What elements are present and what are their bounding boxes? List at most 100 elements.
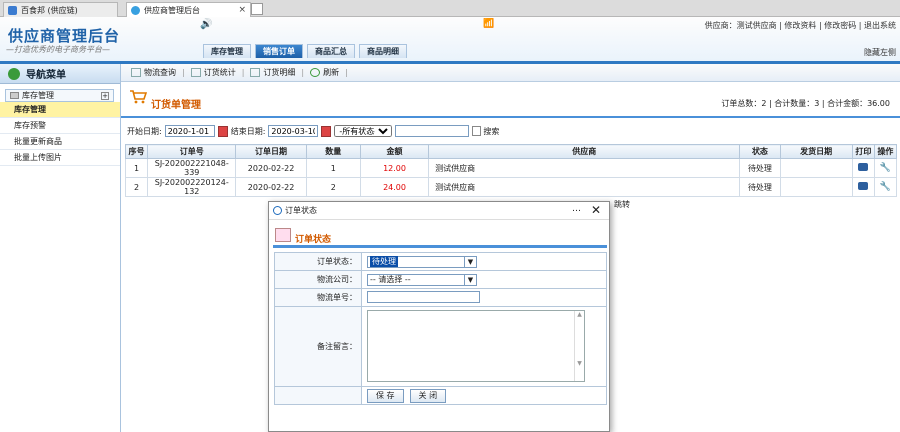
tab-close-icon[interactable]: × bbox=[238, 5, 246, 15]
browser-tab[interactable]: 百食邦 (供应链) bbox=[3, 2, 118, 17]
sidebar-group-inventory[interactable]: 库存管理 + bbox=[5, 89, 114, 102]
nav-menu-icon bbox=[8, 67, 20, 80]
search-label: 搜索 bbox=[483, 126, 500, 136]
search-button[interactable]: 搜索 bbox=[472, 126, 499, 137]
new-tab-button[interactable] bbox=[251, 3, 263, 15]
edit-icon[interactable]: 🔧 bbox=[880, 163, 891, 173]
empty-label bbox=[274, 386, 362, 405]
toolbar-label: 订货明细 bbox=[263, 68, 296, 77]
cell: 24.00 bbox=[359, 177, 430, 197]
ie-icon bbox=[273, 206, 282, 215]
top-links[interactable]: 供应商：测试供应商 | 修改资料 | 修改密码 | 退出系统 bbox=[705, 20, 896, 31]
col-header: 订单号 bbox=[147, 144, 237, 159]
calendar-icon[interactable] bbox=[217, 125, 228, 137]
save-button[interactable]: 保 存 bbox=[367, 388, 404, 403]
status-form: 订单状态： 待处理 ▼ 物流公司： -- 请选择 -- ▼ 物流单号： 备注留言： … bbox=[274, 252, 607, 405]
order-detail-button[interactable]: 订货明细 bbox=[250, 67, 295, 78]
chevron-down-icon: ▼ bbox=[464, 256, 476, 267]
col-header: 金额 bbox=[359, 144, 430, 159]
start-date-input[interactable] bbox=[164, 125, 215, 137]
status-label: 订单状态： bbox=[274, 252, 362, 271]
nav-tab-inventory[interactable]: 库存管理 bbox=[203, 44, 251, 58]
action-cell: 🔧 bbox=[873, 177, 898, 197]
nav-tab-product-summary[interactable]: 商品汇总 bbox=[307, 44, 355, 58]
print-icon[interactable] bbox=[858, 163, 869, 171]
toolbar-label: 订货统计 bbox=[203, 68, 236, 77]
dialog-title: 订单状态 bbox=[285, 206, 317, 215]
filter-bar: 开始日期: 结束日期: -所有状态- 搜索 bbox=[121, 120, 900, 142]
logistics-label: 物流公司： bbox=[274, 270, 362, 289]
scrollbar[interactable]: ▲ ▼ bbox=[574, 310, 584, 381]
tab-label: 供应商管理后台 bbox=[144, 5, 200, 15]
print-cell bbox=[851, 177, 875, 197]
cell: 1 bbox=[305, 158, 361, 178]
order-stats-button[interactable]: 订货统计 bbox=[190, 67, 236, 78]
cell: SJ-202002220124-132 bbox=[147, 177, 237, 197]
cell: 测试供应商 bbox=[428, 158, 741, 178]
order-status-dialog: 订单状态 … ✕ 订单状态 订单状态： 待处理 ▼ 物流公司： -- 请选择 --… bbox=[268, 201, 610, 432]
cell: SJ-202002221048-339 bbox=[147, 158, 237, 178]
table-header-row: 序号 订单号 订单日期 数量 金额 供应商 状态 发货日期 打印 操作 bbox=[124, 144, 898, 159]
browser-tab-active[interactable]: 供应商管理后台 × bbox=[126, 2, 251, 17]
tracking-number-input[interactable] bbox=[367, 290, 480, 303]
col-header: 操作 bbox=[873, 144, 898, 159]
ie-favicon-icon bbox=[131, 5, 140, 15]
app-title: 供应商管理后台 bbox=[8, 27, 121, 45]
tracking-label: 物流单号： bbox=[274, 288, 362, 307]
close-icon[interactable]: ✕ bbox=[591, 203, 601, 217]
cell: 1 bbox=[124, 158, 149, 178]
cell bbox=[779, 158, 853, 178]
minimize-icon[interactable]: … bbox=[572, 204, 581, 214]
chart-icon bbox=[190, 68, 201, 77]
table-row[interactable]: 1 SJ-202002221048-339 2020-02-22 1 12.00… bbox=[124, 158, 898, 178]
sidebar-title: 导航菜单 bbox=[0, 64, 120, 84]
logistics-query-button[interactable]: 物流查询 bbox=[131, 67, 176, 78]
favicon-icon bbox=[8, 5, 17, 15]
col-header: 供应商 bbox=[428, 144, 741, 159]
print-icon[interactable] bbox=[858, 182, 869, 190]
page-title: 订货单管理 bbox=[151, 100, 201, 111]
nav-tab-product-detail[interactable]: 商品明细 bbox=[359, 44, 407, 58]
sidebar-item-batch-update[interactable]: 批量更新商品 bbox=[0, 134, 120, 150]
close-button[interactable]: 关 闭 bbox=[409, 388, 447, 403]
table-row[interactable]: 2 SJ-202002220124-132 2020-02-22 2 24.00… bbox=[124, 177, 898, 197]
logistics-company-select[interactable]: -- 请选择 -- ▼ bbox=[367, 273, 477, 286]
edit-form-icon bbox=[275, 228, 291, 242]
cell: 测试供应商 bbox=[428, 177, 741, 197]
col-header: 打印 bbox=[851, 144, 875, 159]
cell: 2020-02-22 bbox=[235, 177, 307, 197]
cell: 12.00 bbox=[359, 158, 430, 178]
sidebar-item-stock-alert[interactable]: 库存预警 bbox=[0, 118, 120, 134]
tab-label: 百食邦 (供应链) bbox=[21, 5, 78, 15]
dialog-titlebar: 订单状态 bbox=[269, 202, 609, 220]
dialog-header: 订单状态 bbox=[273, 224, 607, 248]
sidebar-title-label: 导航菜单 bbox=[26, 70, 66, 81]
edit-icon[interactable]: 🔧 bbox=[880, 182, 891, 192]
pager-jump[interactable]: 跳转 bbox=[614, 199, 630, 210]
folder-icon bbox=[10, 92, 19, 99]
page-header: 订货单管理 订单总数：2 | 合计数量：3 | 合计金额：36.00 bbox=[121, 82, 900, 118]
cell: 待处理 bbox=[739, 177, 781, 197]
cart-icon bbox=[130, 90, 147, 104]
sidebar-item-batch-upload[interactable]: 批量上传图片 bbox=[0, 150, 120, 166]
hide-left-link[interactable]: 隐藏左侧 bbox=[864, 47, 896, 58]
cell: 2 bbox=[305, 177, 361, 197]
end-date-label: 结束日期: bbox=[230, 126, 266, 136]
status-select[interactable]: -所有状态- bbox=[334, 125, 393, 137]
main-nav: 库存管理 销售订单 商品汇总 商品明细 bbox=[203, 44, 407, 58]
sidebar-item-inventory[interactable]: 库存管理 bbox=[0, 102, 120, 118]
toolbar-label: 刷新 bbox=[323, 68, 340, 77]
expand-icon[interactable]: + bbox=[101, 91, 109, 100]
note-label: 备注留言： bbox=[274, 306, 362, 387]
refresh-button[interactable]: 刷新 bbox=[310, 67, 339, 78]
search-icon bbox=[472, 126, 482, 136]
nav-tab-sales-orders[interactable]: 销售订单 bbox=[255, 44, 303, 58]
toolbar: 物流查询 | 订货统计 | 订货明细 | 刷新 | bbox=[121, 64, 900, 82]
calendar-icon[interactable] bbox=[321, 125, 332, 137]
logistics-value: -- 请选择 -- bbox=[370, 275, 411, 284]
status-select[interactable]: 待处理 ▼ bbox=[367, 255, 477, 268]
app-header: 供应商管理后台 —打造优秀的电子商务平台— 🔊 📶 供应商：测试供应商 | 修改… bbox=[0, 17, 900, 61]
note-textarea[interactable]: ▲ ▼ bbox=[367, 309, 585, 382]
search-input[interactable] bbox=[395, 125, 470, 137]
end-date-input[interactable] bbox=[268, 125, 319, 137]
